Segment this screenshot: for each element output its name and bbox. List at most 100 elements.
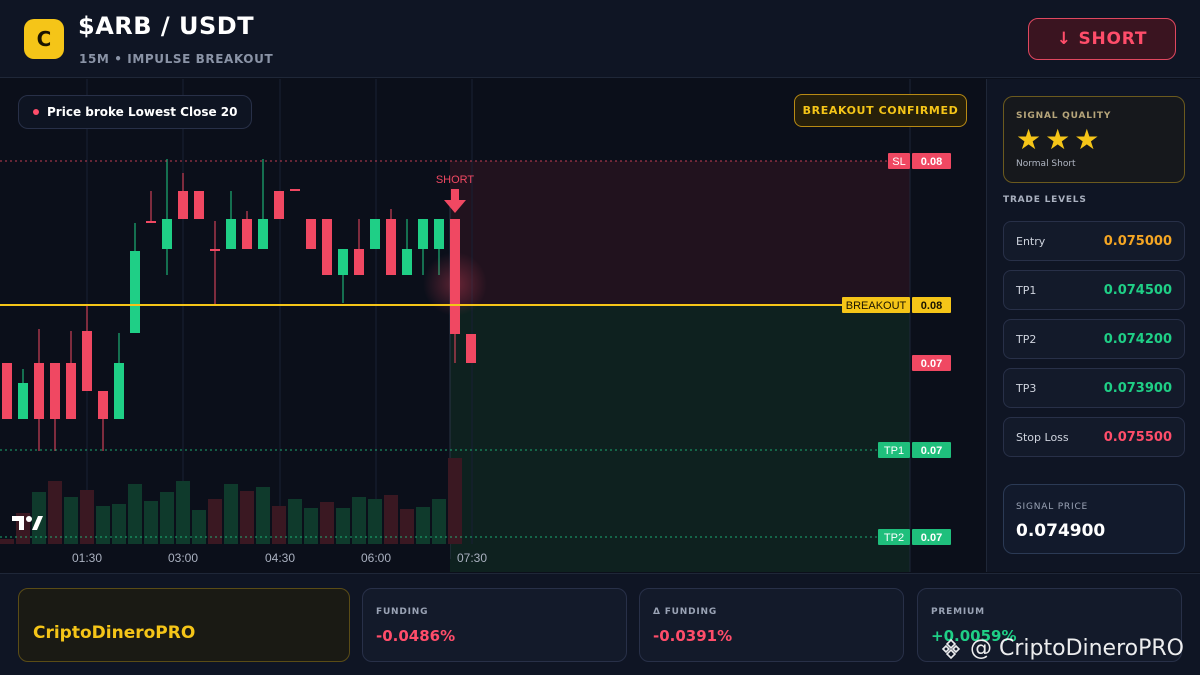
level-row-entry: Entry 0.075000 (1003, 221, 1185, 261)
level-value: 0.075500 (1103, 430, 1172, 445)
volume-bar (224, 484, 238, 544)
volume-bar (320, 502, 334, 544)
bullish-candle (114, 363, 124, 419)
level-name: TP2 (1016, 333, 1037, 346)
tradingview-logo-icon (12, 516, 43, 530)
volume-bar (80, 490, 94, 544)
stat-label: PREMIUM (931, 607, 985, 617)
level-row-tp3: TP3 0.073900 (1003, 368, 1185, 408)
short-marker-label: SHORT (436, 174, 475, 186)
time-label: 04:30 (265, 551, 295, 565)
breakout-confirmed-badge: BREAKOUT CONFIRMED (794, 94, 967, 127)
volume-bar (432, 499, 446, 544)
bearish-candle (82, 331, 92, 391)
breakout-tag-label: BREAKOUT (846, 300, 907, 312)
volume-bar (176, 481, 190, 544)
bullish-candle (130, 251, 140, 333)
volume-bar (0, 539, 14, 544)
bearish-candle (50, 363, 60, 419)
bearish-candle (306, 219, 316, 249)
watermark-text: @ CriptoDineroPRO (970, 636, 1184, 661)
bullish-candle (370, 219, 380, 249)
bearish-candle (66, 363, 76, 419)
bullish-candle (18, 383, 28, 419)
breakout-price-value: 0.08 (921, 300, 942, 312)
bearish-candle (34, 363, 44, 419)
tp1-tag-label: TP1 (884, 445, 904, 457)
bullish-candle (434, 219, 444, 249)
volume-bar (48, 481, 62, 544)
bearish-candle (322, 219, 332, 275)
tp1-price-value: 0.07 (921, 445, 942, 457)
level-value: 0.074500 (1103, 283, 1172, 298)
footer: CriptoDineroPRO FUNDING -0.0486% Δ FUNDI… (0, 573, 1200, 675)
signal-quality-label: Normal Short (1016, 159, 1076, 169)
level-value: 0.074200 (1103, 332, 1172, 347)
volume-bar (448, 458, 462, 544)
star-rating-icon: ★★★ (1016, 123, 1104, 156)
bullish-candle (226, 219, 236, 249)
stat-value: -0.0391% (653, 627, 733, 645)
volume-bar (144, 501, 158, 544)
bearish-candle (466, 334, 476, 363)
chart-canvas[interactable]: SHORT SL 0.08 BREAKOUT 0.08 0.07 TP1 0.07 TP2 0.0… (0, 79, 985, 572)
current-price-price-value: 0.07 (921, 358, 942, 370)
bearish-candle (290, 189, 300, 191)
bearish-candle (146, 221, 156, 223)
brand-card: CriptoDineroPRO (18, 588, 350, 662)
level-value: 0.073900 (1103, 381, 1172, 396)
signal-price-title: SIGNAL PRICE (1016, 502, 1089, 512)
price-chart[interactable]: SHORT SL 0.08 BREAKOUT 0.08 0.07 TP1 0.07 TP2 0.0… (0, 79, 985, 572)
time-label: 01:30 (72, 551, 102, 565)
short-button[interactable]: ↓ SHORT (1028, 18, 1176, 60)
bearish-candle (242, 219, 252, 249)
volume-bar (416, 507, 430, 544)
volume-bar (400, 509, 414, 544)
signal-glow (423, 252, 487, 316)
bearish-candle (386, 219, 396, 275)
brand-logo: C (24, 19, 64, 59)
volume-bar (128, 484, 142, 544)
bearish-candle (178, 191, 188, 219)
stat-value: -0.0486% (376, 627, 456, 645)
level-row-tp2: TP2 0.074200 (1003, 319, 1185, 359)
signal-sidebar: SIGNAL QUALITY ★★★ Normal Short TRADE LE… (986, 79, 1200, 572)
delta-funding-card: Δ FUNDING -0.0391% (639, 588, 904, 662)
sl-tag-label: SL (892, 156, 905, 168)
volume-bar (112, 504, 126, 544)
bullish-candle (258, 219, 268, 249)
header: C $ARB / USDT 15M • IMPULSE BREAKOUT ↓ S… (0, 0, 1200, 78)
volume-bar (192, 510, 206, 544)
bullish-candle (338, 249, 348, 275)
trade-levels-title: TRADE LEVELS (1003, 195, 1087, 205)
sl-price-value: 0.08 (921, 156, 942, 168)
volume-bar (352, 497, 366, 544)
time-label: 06:00 (361, 551, 391, 565)
level-name: Entry (1016, 235, 1046, 248)
bearish-candle (2, 363, 12, 419)
signal-price-value: 0.074900 (1016, 521, 1106, 541)
binance-icon (941, 638, 961, 659)
level-name: TP1 (1016, 284, 1037, 297)
signal-quality-title: SIGNAL QUALITY (1016, 111, 1112, 121)
stat-label: Δ FUNDING (653, 607, 718, 617)
red-dot-icon (33, 109, 39, 115)
signal-quality-card: SIGNAL QUALITY ★★★ Normal Short (1003, 96, 1185, 183)
level-name: TP3 (1016, 382, 1037, 395)
reward-zone (450, 305, 910, 572)
timeframe-subtitle: 15M • IMPULSE BREAKOUT (79, 52, 274, 66)
stat-label: FUNDING (376, 607, 429, 617)
breakout-info-pill: Price broke Lowest Close 20 (18, 95, 253, 129)
bullish-candle (402, 249, 412, 275)
pair-title: $ARB / USDT (78, 12, 255, 40)
time-label: 03:00 (168, 551, 198, 565)
bearish-candle (210, 249, 220, 251)
bearish-candle (274, 191, 284, 219)
bullish-candle (418, 219, 428, 249)
level-name: Stop Loss (1016, 431, 1069, 444)
level-row-stop-loss: Stop Loss 0.075500 (1003, 417, 1185, 457)
volume-bar (160, 492, 174, 544)
funding-card: FUNDING -0.0486% (362, 588, 627, 662)
volume-bar (96, 506, 110, 544)
watermark: @ CriptoDineroPRO (940, 636, 1184, 661)
